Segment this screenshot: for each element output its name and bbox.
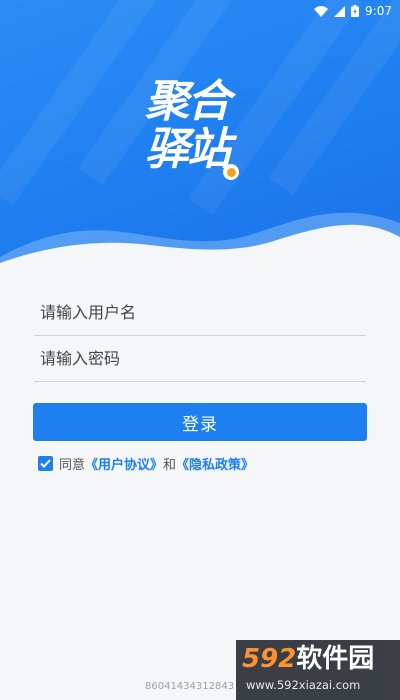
agreement-checkbox[interactable] xyxy=(38,456,53,471)
privacy-policy-link[interactable]: 《隐私政策》 xyxy=(176,454,254,473)
status-time: 9:07 xyxy=(365,4,392,18)
agreement-and: 和 xyxy=(163,458,177,473)
user-agreement-link[interactable]: 《用户协议》 xyxy=(85,454,163,473)
password-field xyxy=(34,335,366,382)
username-input[interactable] xyxy=(34,302,366,322)
app-logo: 聚合 驿站 xyxy=(145,78,257,188)
watermark: 592软件园 www.592xiazai.com xyxy=(236,640,400,700)
device-id: 86041434312843 xyxy=(145,681,235,692)
checkmark-icon xyxy=(40,459,51,468)
login-button[interactable]: 登录 xyxy=(33,403,367,441)
agreement-row: 同意 《用户协议》 和 《隐私政策》 xyxy=(38,454,254,473)
status-bar: 9:07 xyxy=(0,0,400,22)
watermark-url: www.592xiazai.com xyxy=(246,678,361,692)
wifi-icon xyxy=(314,5,329,17)
logo-line-2: 驿站 xyxy=(145,124,231,175)
logo-dot-icon xyxy=(223,164,239,180)
password-input[interactable] xyxy=(34,348,366,368)
signal-icon xyxy=(334,5,346,17)
username-field xyxy=(34,289,366,336)
logo-line-1: 聚合 xyxy=(145,76,231,127)
battery-icon xyxy=(351,5,360,17)
watermark-name: 软件园 xyxy=(296,644,375,674)
agreement-prefix: 同意 xyxy=(59,458,86,473)
banner-wave xyxy=(0,212,400,285)
watermark-number: 592 xyxy=(242,644,297,674)
